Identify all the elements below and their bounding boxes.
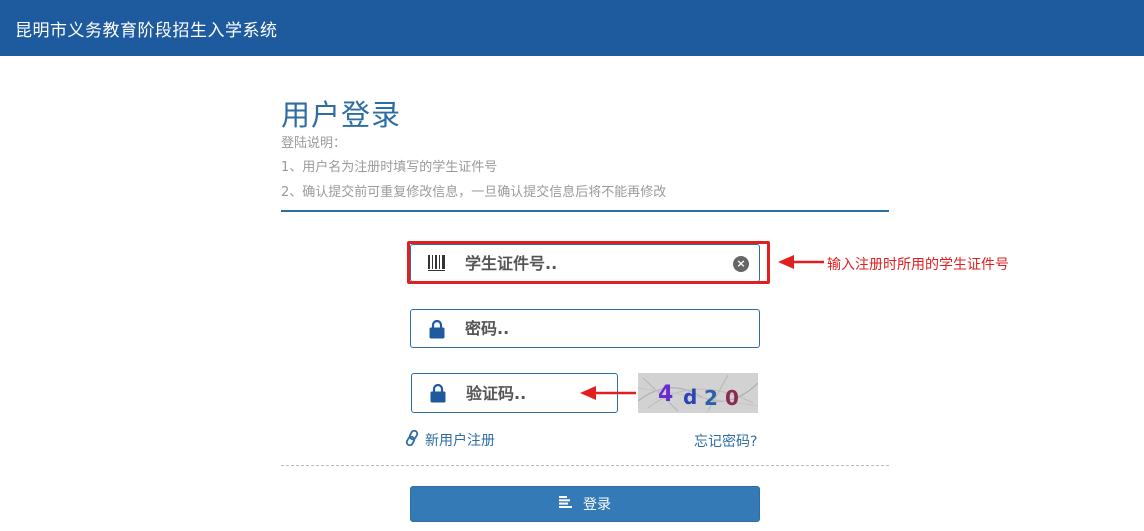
login-button[interactable]: 登录 <box>410 486 760 522</box>
note-item: 1、用户名为注册时填写的学生证件号 <box>281 160 498 175</box>
app-title: 昆明市义务教育阶段招生入学系统 <box>15 20 278 41</box>
forgot-password-link[interactable]: 忘记密码? <box>694 431 757 451</box>
captcha-image[interactable]: 4 d 2 0 <box>638 373 758 413</box>
lock-icon <box>428 383 448 403</box>
notes-divider <box>281 210 889 212</box>
annotation-arrow-icon <box>778 255 824 269</box>
register-link[interactable]: 新用户注册 <box>405 429 495 450</box>
lock-icon <box>427 319 447 339</box>
link-icon <box>405 429 419 450</box>
list-icon <box>559 496 573 512</box>
annotation-highlight-box <box>407 241 770 284</box>
captcha-char: 0 <box>725 386 739 410</box>
dashed-divider <box>281 465 889 466</box>
login-button-label: 登录 <box>583 497 611 513</box>
note-item: 2、确认提交前可重复修改信息，一旦确认提交信息后将不能再修改 <box>281 185 667 200</box>
top-bar: 昆明市义务教育阶段招生入学系统 <box>0 0 1144 56</box>
annotation-arrow-icon <box>580 386 636 400</box>
password-field <box>410 309 760 348</box>
captcha-char: 4 <box>658 382 673 407</box>
password-input[interactable] <box>463 318 697 339</box>
annotation-text: 输入注册时所用的学生证件号 <box>827 257 1009 273</box>
login-notes: 登陆说明： 1、用户名为注册时填写的学生证件号 2、确认提交前可重复修改信息，一… <box>281 136 889 210</box>
notes-heading: 登陆说明： <box>281 136 347 151</box>
page-title: 用户登录 <box>281 98 402 132</box>
captcha-char: 2 <box>704 386 718 410</box>
register-link-label: 新用户注册 <box>425 433 495 449</box>
captcha-char: d <box>683 385 697 409</box>
